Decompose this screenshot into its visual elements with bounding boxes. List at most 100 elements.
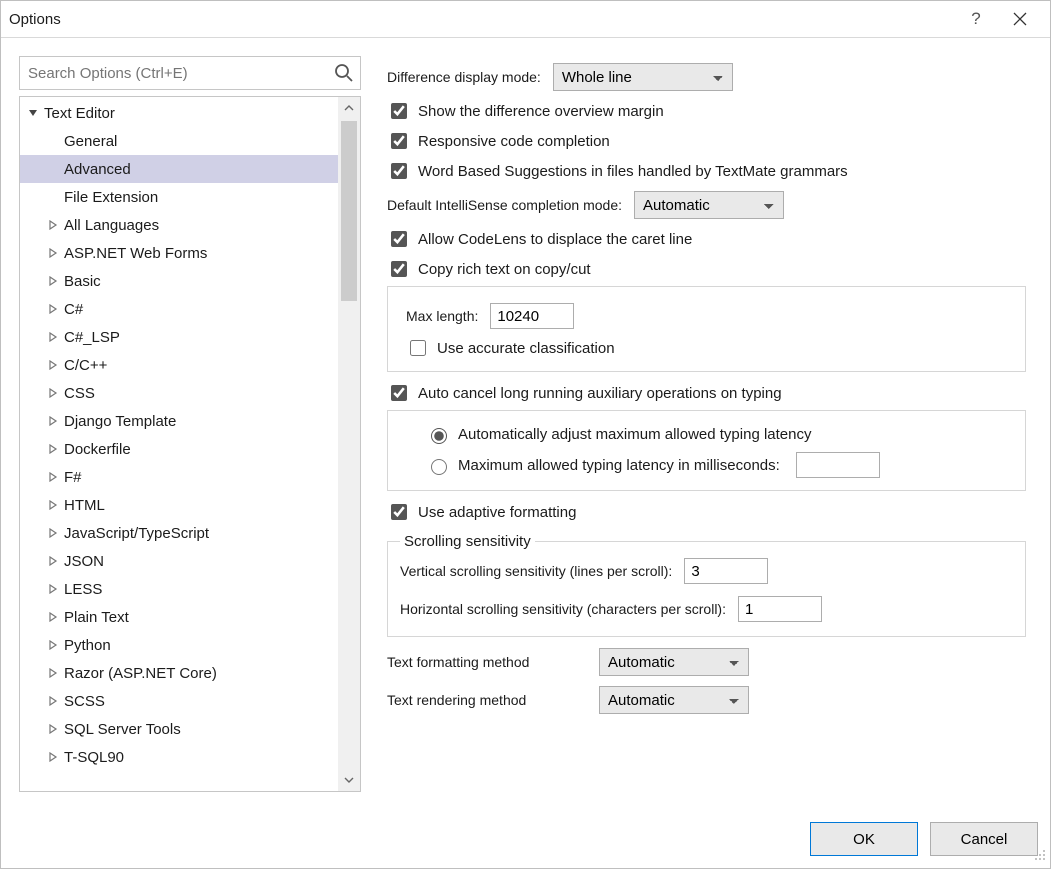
tree-item-label: JavaScript/TypeScript — [64, 525, 209, 542]
expander-closed-icon[interactable] — [46, 556, 60, 566]
expander-closed-icon[interactable] — [46, 668, 60, 678]
auto-cancel-checkbox[interactable]: Auto cancel long running auxiliary opera… — [387, 382, 1026, 404]
search-input[interactable] — [26, 64, 334, 83]
tree-item[interactable]: JavaScript/TypeScript — [20, 519, 338, 547]
tree-item-label: Python — [64, 637, 111, 654]
dialog-body: Text Editor General AdvancedFile Extension… — [1, 38, 1050, 810]
max-latency-value-input[interactable] — [796, 452, 880, 478]
horizontal-scroll-input[interactable] — [738, 596, 822, 622]
auto-cancel-input[interactable] — [391, 385, 407, 401]
text-formatting-select[interactable]: Automatic — [599, 648, 749, 676]
tree-item[interactable]: C/C++ — [20, 351, 338, 379]
copy-rich-text-input[interactable] — [391, 261, 407, 277]
resize-grip-icon[interactable] — [1032, 847, 1046, 864]
scroll-up-icon[interactable] — [338, 97, 360, 119]
expander-blank — [46, 164, 60, 174]
max-length-input[interactable] — [490, 303, 574, 329]
max-latency-radio[interactable]: Maximum allowed typing latency in millis… — [426, 452, 1013, 478]
expander-closed-icon[interactable] — [46, 724, 60, 734]
show-diff-overview-checkbox[interactable]: Show the difference overview margin — [387, 100, 1026, 122]
tree-item[interactable]: SCSS — [20, 687, 338, 715]
tree-item[interactable]: Text Editor — [20, 99, 338, 127]
use-adaptive-formatting-checkbox[interactable]: Use adaptive formatting — [387, 501, 1026, 523]
responsive-completion-checkbox[interactable]: Responsive code completion — [387, 130, 1026, 152]
allow-codelens-input[interactable] — [391, 231, 407, 247]
close-button[interactable] — [998, 1, 1042, 37]
expander-closed-icon[interactable] — [46, 360, 60, 370]
responsive-completion-input[interactable] — [391, 133, 407, 149]
tree-item-label: Basic — [64, 273, 101, 290]
tree-item[interactable]: LESS — [20, 575, 338, 603]
tree-item-label: Dockerfile — [64, 441, 131, 458]
tree-item[interactable]: F# — [20, 463, 338, 491]
tree-item[interactable]: Django Template — [20, 407, 338, 435]
tree-item[interactable]: Plain Text — [20, 603, 338, 631]
tree-item[interactable]: Advanced — [20, 155, 338, 183]
tree-item[interactable]: General — [20, 127, 338, 155]
text-rendering-label: Text rendering method — [387, 692, 587, 708]
tree-scrollbar[interactable] — [338, 97, 360, 791]
expander-closed-icon[interactable] — [46, 304, 60, 314]
tree-item[interactable]: SQL Server Tools — [20, 715, 338, 743]
tree-item-label: SQL Server Tools — [64, 721, 181, 738]
tree-item[interactable]: T-SQL90 — [20, 743, 338, 771]
expander-closed-icon[interactable] — [46, 416, 60, 426]
expander-closed-icon[interactable] — [46, 276, 60, 286]
auto-adjust-latency-radio[interactable]: Automatically adjust maximum allowed typ… — [426, 425, 1013, 444]
expander-closed-icon[interactable] — [46, 332, 60, 342]
scroll-thumb[interactable] — [341, 121, 357, 301]
tree-item-label: General — [64, 133, 117, 150]
expander-closed-icon[interactable] — [46, 220, 60, 230]
tree-item[interactable]: ASP.NET Web Forms — [20, 239, 338, 267]
tree-item[interactable]: File Extension — [20, 183, 338, 211]
tree-item[interactable]: Razor (ASP.NET Core) — [20, 659, 338, 687]
copy-rich-text-checkbox[interactable]: Copy rich text on copy/cut — [387, 258, 1026, 280]
cancel-button[interactable]: Cancel — [930, 822, 1038, 856]
help-button[interactable]: ? — [954, 1, 998, 37]
expander-closed-icon[interactable] — [46, 528, 60, 538]
expander-closed-icon[interactable] — [46, 444, 60, 454]
settings-scroll: Difference display mode: Whole line Show… — [387, 62, 1032, 792]
vertical-scroll-input[interactable] — [684, 558, 768, 584]
tree-item[interactable]: C#_LSP — [20, 323, 338, 351]
tree-item[interactable]: JSON — [20, 547, 338, 575]
show-diff-overview-input[interactable] — [391, 103, 407, 119]
expander-closed-icon[interactable] — [46, 640, 60, 650]
difference-display-mode-select[interactable]: Whole line — [553, 63, 733, 91]
expander-open-icon[interactable] — [26, 108, 40, 118]
max-length-label: Max length: — [406, 308, 478, 324]
use-accurate-classification-checkbox[interactable]: Use accurate classification — [406, 337, 1013, 359]
scrolling-sensitivity-group: Scrolling sensitivity Vertical scrolling… — [387, 533, 1026, 637]
word-based-suggestions-input[interactable] — [391, 163, 407, 179]
tree-item[interactable]: C# — [20, 295, 338, 323]
intellisense-mode-select[interactable]: Automatic — [634, 191, 784, 219]
sidebar: Text Editor General AdvancedFile Extension… — [19, 56, 361, 792]
ok-button[interactable]: OK — [810, 822, 918, 856]
tree-item[interactable]: All Languages — [20, 211, 338, 239]
expander-closed-icon[interactable] — [46, 584, 60, 594]
text-rendering-select[interactable]: Automatic — [599, 686, 749, 714]
tree-item[interactable]: Basic — [20, 267, 338, 295]
word-based-suggestions-checkbox[interactable]: Word Based Suggestions in files handled … — [387, 160, 1026, 182]
expander-closed-icon[interactable] — [46, 500, 60, 510]
tree-item[interactable]: Python — [20, 631, 338, 659]
expander-closed-icon[interactable] — [46, 696, 60, 706]
options-tree[interactable]: Text Editor General AdvancedFile Extension… — [20, 97, 338, 791]
allow-codelens-checkbox[interactable]: Allow CodeLens to displace the caret lin… — [387, 228, 1026, 250]
scroll-down-icon[interactable] — [338, 769, 360, 791]
tree-item-label: CSS — [64, 385, 95, 402]
expander-closed-icon[interactable] — [46, 388, 60, 398]
expander-closed-icon[interactable] — [46, 472, 60, 482]
search-box[interactable] — [19, 56, 361, 90]
use-accurate-classification-input[interactable] — [410, 340, 426, 356]
use-adaptive-formatting-input[interactable] — [391, 504, 407, 520]
tree-item[interactable]: Dockerfile — [20, 435, 338, 463]
expander-closed-icon[interactable] — [46, 248, 60, 258]
expander-closed-icon[interactable] — [46, 752, 60, 762]
horizontal-scroll-label: Horizontal scrolling sensitivity (charac… — [400, 601, 726, 617]
tree-item[interactable]: CSS — [20, 379, 338, 407]
tree-item[interactable]: HTML — [20, 491, 338, 519]
max-latency-input[interactable] — [431, 459, 447, 475]
auto-adjust-latency-input[interactable] — [431, 428, 447, 444]
expander-closed-icon[interactable] — [46, 612, 60, 622]
